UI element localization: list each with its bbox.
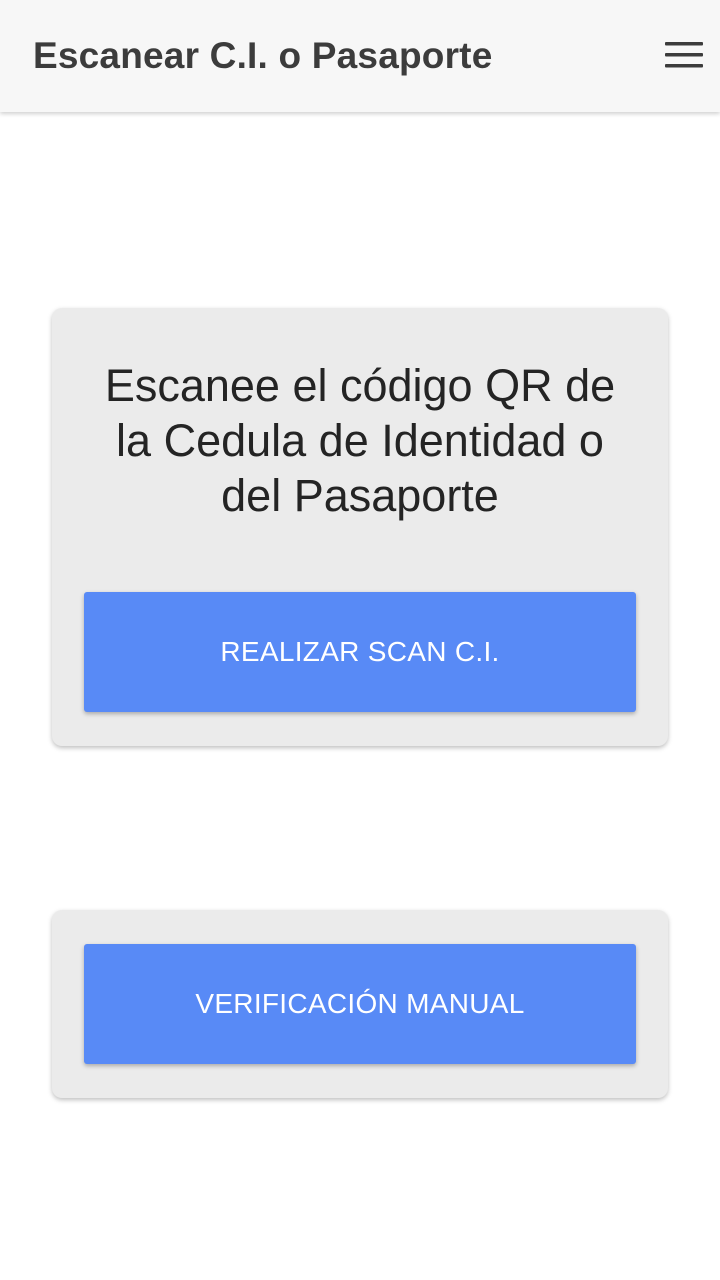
hamburger-menu-icon bbox=[665, 42, 703, 68]
scan-card: Escanee el código QR de la Cedula de Ide… bbox=[52, 308, 668, 746]
scan-ci-button[interactable]: REALIZAR SCAN C.I. bbox=[84, 592, 636, 712]
app-bar: Escanear C.I. o Pasaporte bbox=[0, 0, 720, 112]
scan-instructions: Escanee el código QR de la Cedula de Ide… bbox=[104, 360, 616, 521]
manual-card: VERIFICACIÓN MANUAL bbox=[52, 910, 668, 1098]
menu-button[interactable] bbox=[658, 36, 710, 76]
page-title: Escanear C.I. o Pasaporte bbox=[33, 35, 493, 76]
manual-verification-button[interactable]: VERIFICACIÓN MANUAL bbox=[84, 944, 636, 1064]
